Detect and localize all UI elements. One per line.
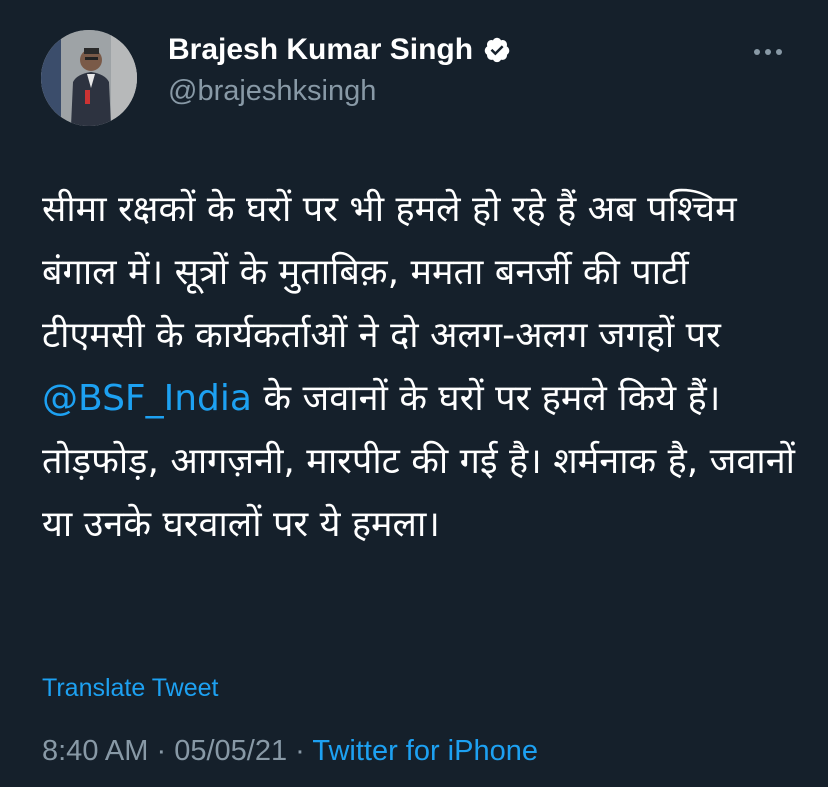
author-display-name[interactable]: Brajesh Kumar Singh — [168, 33, 473, 67]
tweet-source-link[interactable]: Twitter for iPhone — [312, 735, 538, 767]
meta-separator: · — [148, 735, 175, 767]
avatar-photo — [41, 30, 137, 126]
tweet-time: 8:40 AM — [42, 735, 149, 767]
more-dot — [765, 49, 771, 55]
tweet-metadata: 8:40 AM · 05/05/21 · Twitter for iPhone — [42, 735, 538, 768]
author-name-row[interactable]: Brajesh Kumar Singh — [168, 33, 511, 67]
meta-separator: · — [287, 735, 313, 767]
author-handle[interactable]: @brajeshksingh — [168, 75, 376, 108]
tweet-text-part-1: सीमा रक्षकों के घरों पर भी हमले हो रहे ह… — [42, 189, 737, 356]
translate-tweet-link[interactable]: Translate Tweet — [42, 674, 218, 703]
avatar[interactable] — [41, 30, 137, 126]
tweet-text: सीमा रक्षकों के घरों पर भी हमले हो रहे ह… — [42, 178, 802, 556]
more-dot — [754, 49, 760, 55]
more-horizontal-icon[interactable] — [748, 40, 788, 64]
tweet-detail: Brajesh Kumar Singh @brajeshksingh सीमा … — [0, 0, 828, 787]
mention-link[interactable]: @BSF_India — [42, 378, 252, 419]
more-dot — [776, 49, 782, 55]
tweet-date: 05/05/21 — [174, 735, 288, 767]
verified-badge-icon — [484, 37, 510, 63]
